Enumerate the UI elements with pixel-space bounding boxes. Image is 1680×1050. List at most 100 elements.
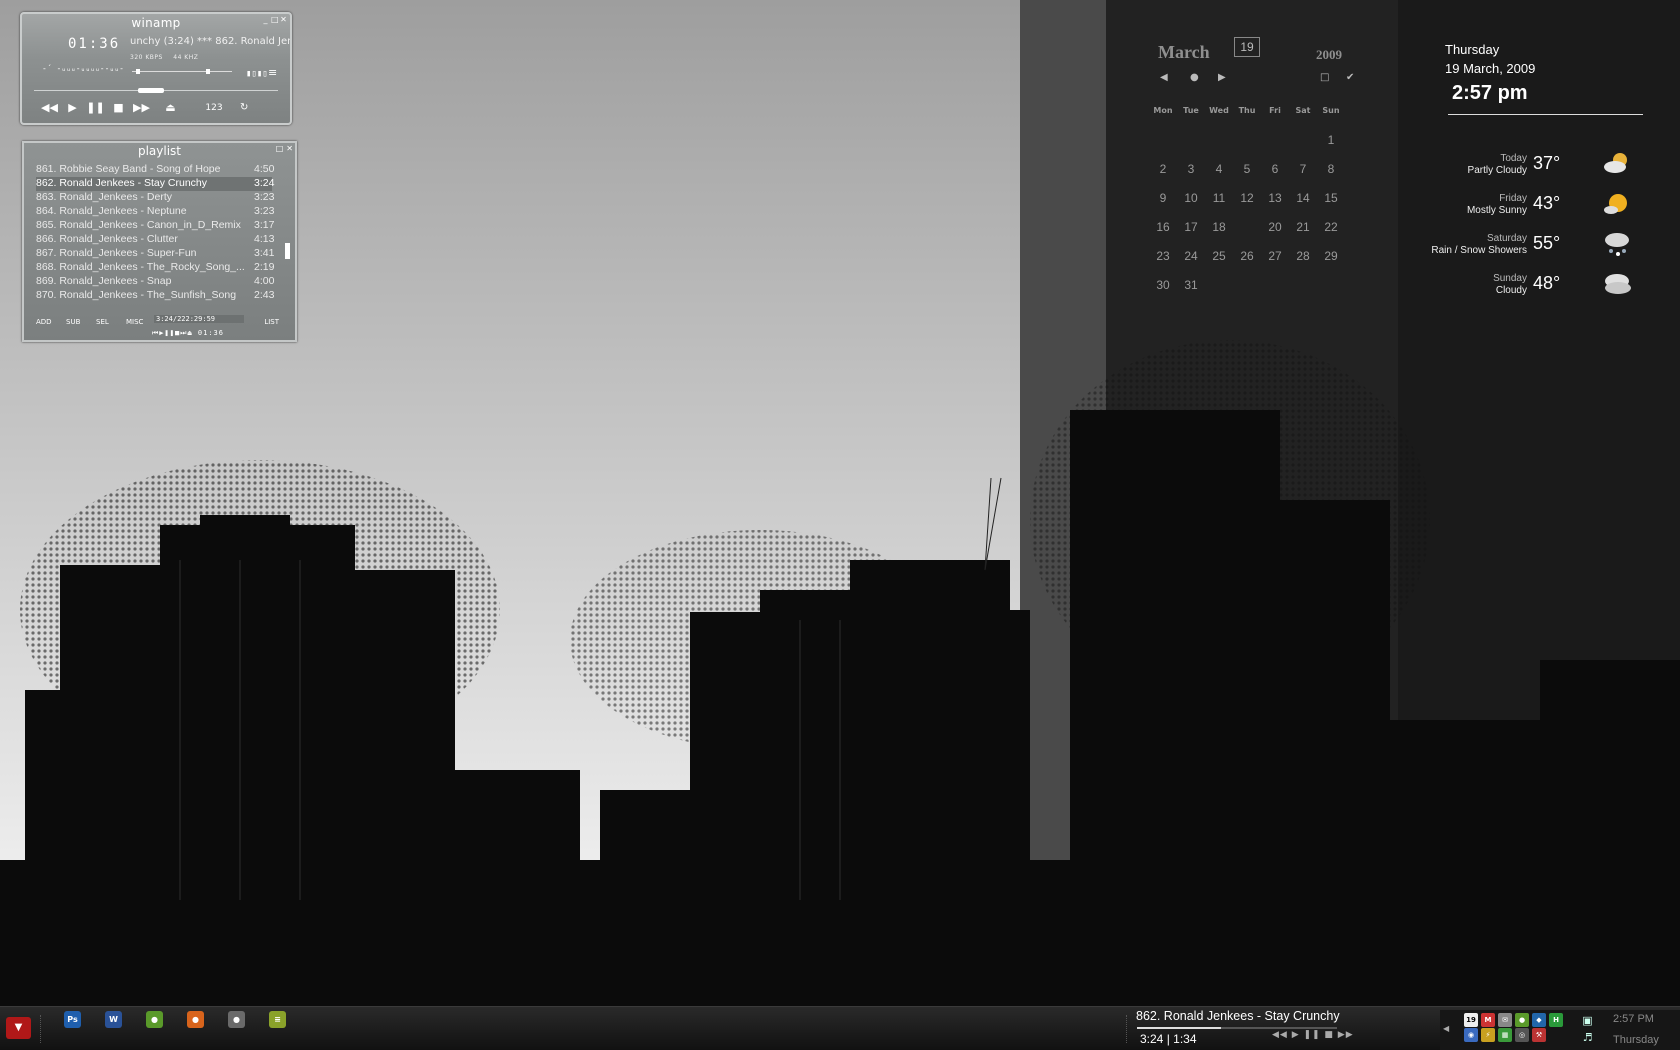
h-app-icon[interactable]: H — [1549, 1013, 1563, 1027]
taskbar-button[interactable]: ● — [224, 1008, 265, 1038]
minimize-icon[interactable]: _ — [262, 16, 269, 24]
network-tray-icon[interactable]: ◉ — [1464, 1028, 1478, 1042]
calendar-day[interactable]: 22 — [1318, 220, 1344, 234]
equalizer-icon[interactable]: ▮▯▮▯ — [246, 69, 268, 79]
calendar-day[interactable]: 7 — [1290, 162, 1316, 176]
gmail-icon[interactable]: M — [1481, 1013, 1495, 1027]
calendar-day[interactable]: 10 — [1178, 191, 1204, 205]
calendar-day[interactable]: 20 — [1262, 220, 1288, 234]
calendar-day[interactable]: 21 — [1290, 220, 1316, 234]
playback-time[interactable]: 01:36 — [68, 36, 120, 52]
square-icon[interactable]: □ — [1320, 72, 1329, 83]
playlist-item[interactable]: 869. Ronald_Jenkees - Snap 4:00 — [36, 275, 274, 289]
calendar-day[interactable]: 25 — [1206, 249, 1232, 263]
current-month-icon[interactable]: ● — [1190, 72, 1199, 83]
calendar-day[interactable]: 11 — [1206, 191, 1232, 205]
playlist-item[interactable]: 862. Ronald Jenkees - Stay Crunchy 3:24 — [36, 177, 274, 191]
winamp-main-window[interactable]: winamp _ □ ✕ 01:36 unchy (3:24) *** 862.… — [20, 12, 292, 125]
taskbar-button[interactable]: Ps — [60, 1008, 101, 1038]
close-icon[interactable]: ✕ — [286, 144, 293, 153]
now-playing-progress[interactable] — [1137, 1027, 1337, 1029]
playlist-item[interactable]: 866. Ronald_Jenkees - Clutter 4:13 — [36, 233, 274, 247]
eject-icon[interactable]: ⏏ — [159, 101, 182, 114]
list-button[interactable]: LIST — [264, 318, 279, 326]
network-icon[interactable]: ▣ — [1580, 1013, 1595, 1028]
calendar-day[interactable]: 2 — [1150, 162, 1176, 176]
now-playing-controls[interactable]: ◀◀ ▶ ❚❚ ■ ▶▶ — [1272, 1030, 1354, 1040]
hp-icon[interactable]: ◎ — [1515, 1028, 1529, 1042]
tool-icon[interactable]: ⚒ — [1532, 1028, 1546, 1042]
calendar-today[interactable]: 19 — [1234, 37, 1260, 57]
visualizer[interactable]: -´ -ᵤᵤᵤ-ᵤᵤᵤᵤ--ᵤᵤ- — [42, 64, 124, 73]
shade-icon[interactable]: □ — [276, 144, 284, 153]
playlist-item[interactable]: 868. Ronald_Jenkees - The_Rocky_Song_...… — [36, 261, 274, 275]
pidgin-tray-icon[interactable]: ● — [1515, 1013, 1529, 1027]
close-icon[interactable]: ✕ — [280, 16, 287, 24]
playlist-toggle-icon[interactable]: ≡ — [268, 66, 277, 79]
tray-clock[interactable]: 2:57 PM — [1613, 1013, 1654, 1025]
check-icon[interactable]: ✔ — [1346, 72, 1354, 83]
calendar-day[interactable]: 26 — [1234, 249, 1260, 263]
windows-flag-icon[interactable]: ▦ — [1498, 1028, 1512, 1042]
next-icon[interactable]: ▶▶ — [130, 101, 153, 114]
show-hidden-icons-icon[interactable]: ◀ — [1443, 1024, 1449, 1033]
calendar-day[interactable]: 3 — [1178, 162, 1204, 176]
calendar-day[interactable]: 8 — [1318, 162, 1344, 176]
lightning-icon[interactable]: ⚡ — [1481, 1028, 1495, 1042]
repeat-icon[interactable]: ↻ — [240, 102, 248, 113]
shade-icon[interactable]: □ — [271, 16, 279, 24]
mail-icon[interactable]: ✉ — [1498, 1013, 1512, 1027]
calendar-day[interactable]: 27 — [1262, 249, 1288, 263]
calendar-day[interactable]: 23 — [1150, 249, 1176, 263]
shuffle-button[interactable]: 123 — [200, 103, 228, 113]
taskbar-button[interactable]: ● — [142, 1008, 183, 1038]
balance-knob[interactable] — [206, 69, 210, 74]
prev-month-icon[interactable]: ◀ — [1160, 72, 1168, 83]
calendar-day[interactable]: 6 — [1262, 162, 1288, 176]
previous-icon[interactable]: ◀◀ — [38, 101, 61, 114]
play-icon[interactable]: ▶ — [61, 101, 84, 114]
calendar-tray-icon[interactable]: 19 — [1464, 1013, 1478, 1027]
tray-day[interactable]: Thursday — [1613, 1034, 1659, 1046]
mini-transport-icons[interactable]: ⏮▶❚❚■⏭⏏ — [152, 329, 193, 337]
calendar-day[interactable]: 1 — [1318, 133, 1344, 147]
toolbar-grip[interactable] — [40, 1015, 43, 1043]
volume-icon[interactable]: ♬ — [1580, 1030, 1595, 1045]
calendar-day[interactable]: 15 — [1318, 191, 1344, 205]
playlist-item[interactable]: 863. Ronald_Jenkees - Derty 3:23 — [36, 191, 274, 205]
calendar-day[interactable]: 12 — [1234, 191, 1260, 205]
calendar-day[interactable]: 18 — [1206, 220, 1232, 234]
calendar-day[interactable]: 16 — [1150, 220, 1176, 234]
calendar-day[interactable]: 24 — [1178, 249, 1204, 263]
calendar-day[interactable]: 9 — [1150, 191, 1176, 205]
sel-button[interactable]: SEL — [96, 318, 126, 326]
taskbar-button[interactable]: W — [101, 1008, 142, 1038]
playlist-item[interactable]: 865. Ronald_Jenkees - Canon_in_D_Remix 3:… — [36, 219, 274, 233]
playlist-item[interactable]: 867. Ronald_Jenkees - Super-Fun 3:41 — [36, 247, 274, 261]
stop-icon[interactable]: ■ — [107, 101, 130, 114]
calendar-day[interactable]: 28 — [1290, 249, 1316, 263]
dropbox-icon[interactable]: ◆ — [1532, 1013, 1546, 1027]
taskbar-button[interactable]: ● — [183, 1008, 224, 1038]
playlist-item[interactable]: 861. Robbie Seay Band - Song of Hope 4:50 — [36, 163, 274, 177]
pause-icon[interactable]: ❚❚ — [84, 101, 107, 114]
sub-button[interactable]: SUB — [66, 318, 96, 326]
calendar-day[interactable]: 30 — [1150, 278, 1176, 292]
playlist-item[interactable]: 870. Ronald_Jenkees - The_Sunfish_Song 2:… — [36, 289, 274, 303]
calendar-day[interactable]: 5 — [1234, 162, 1260, 176]
toolbar-grip[interactable] — [1126, 1015, 1129, 1043]
add-button[interactable]: ADD — [36, 318, 66, 326]
playlist-window[interactable]: playlist □ ✕ 861. Robbie Seay Band - Son… — [22, 141, 297, 342]
playlist-scrollbar[interactable] — [285, 243, 290, 259]
start-button[interactable]: ▼ — [6, 1017, 31, 1039]
volume-knob[interactable] — [136, 69, 140, 74]
seek-knob[interactable] — [138, 88, 164, 93]
calendar-day[interactable]: 17 — [1178, 220, 1204, 234]
calendar-day[interactable]: 13 — [1262, 191, 1288, 205]
calendar-day[interactable]: 14 — [1290, 191, 1316, 205]
next-month-icon[interactable]: ▶ — [1218, 72, 1226, 83]
taskbar-button[interactable]: ≡ — [265, 1008, 306, 1038]
playlist-item[interactable]: 864. Ronald_Jenkees - Neptune 3:23 — [36, 205, 274, 219]
calendar-day[interactable]: 4 — [1206, 162, 1232, 176]
calendar-day[interactable]: 31 — [1178, 278, 1204, 292]
